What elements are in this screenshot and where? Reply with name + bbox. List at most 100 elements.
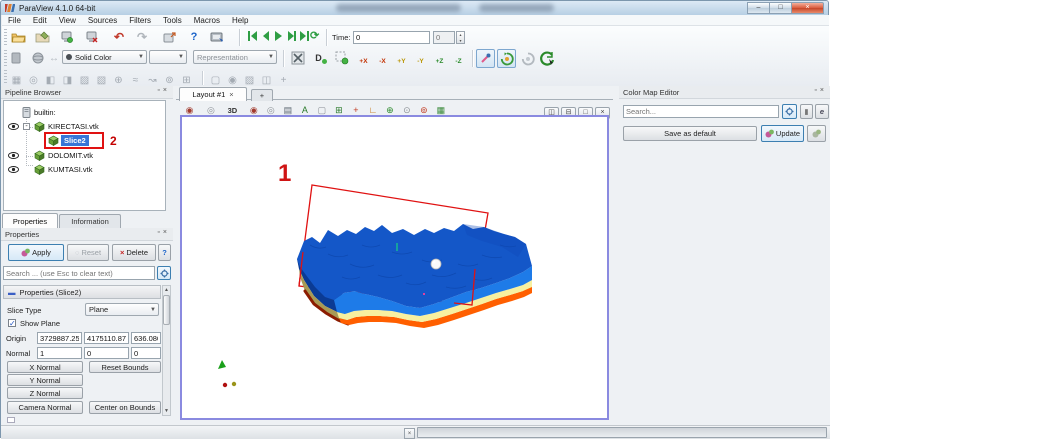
minimize-button[interactable]: – (747, 2, 770, 14)
play-button[interactable] (273, 29, 284, 43)
pipeline-item-dolomit[interactable]: DOLOMIT.vtk (4, 149, 164, 162)
loop-button[interactable]: ⟳ (310, 29, 319, 42)
normal-x-field[interactable] (37, 347, 82, 359)
close-button[interactable]: × (791, 2, 824, 14)
x-normal-button[interactable]: X Normal (7, 361, 83, 373)
screenshot-button[interactable] (208, 28, 226, 46)
connect-server-button[interactable] (58, 28, 76, 46)
set-view-minus-x-icon[interactable]: -X (373, 54, 392, 70)
next-frame-button[interactable] (286, 29, 297, 43)
colormap-options-button[interactable] (782, 104, 797, 119)
menu-filters[interactable]: Filters (123, 16, 157, 25)
pipeline-item-kumtasi[interactable]: KUMTASI.vtk (4, 163, 164, 176)
toolbar-grip[interactable] (4, 29, 7, 46)
rotate-90-button[interactable] (538, 49, 557, 68)
titlebar: ParaView 4.1.0 64-bit – □ × (1, 1, 828, 15)
origin-z-field[interactable] (131, 332, 161, 344)
y-normal-button[interactable]: Y Normal (7, 374, 83, 386)
search-options-button[interactable] (157, 266, 171, 280)
menu-sources[interactable]: Sources (82, 16, 123, 25)
center-on-bounds-button[interactable]: Center on Bounds (89, 401, 161, 414)
edit-in-view-button[interactable]: e (815, 104, 829, 119)
origin-x-field[interactable] (37, 332, 82, 344)
plane-origin-sphere-handle[interactable] (430, 258, 442, 270)
rotate-mode-toggle[interactable] (497, 49, 516, 68)
set-view-plus-z-icon[interactable]: +Z (430, 54, 449, 70)
close-panel-icon[interactable]: × (820, 87, 827, 94)
menu-file[interactable]: File (2, 16, 27, 25)
auto-update-toggle[interactable] (807, 125, 826, 142)
delete-button[interactable]: × Delete (112, 244, 156, 261)
close-panel-icon[interactable]: × (163, 87, 170, 94)
redo-icon[interactable]: ↷ (133, 28, 151, 46)
reset-bounds-button[interactable]: Reset Bounds (89, 361, 161, 373)
first-frame-button[interactable] (247, 29, 258, 43)
tab-layout-1[interactable]: Layout #1 × (179, 87, 247, 101)
apply-button[interactable]: Apply (8, 244, 64, 261)
load-state-button[interactable] (160, 28, 178, 46)
reset-camera-button[interactable] (289, 49, 307, 67)
apply-icon (21, 248, 31, 257)
disconnect-server-button[interactable] (83, 28, 101, 46)
abort-progress-button[interactable]: × (404, 428, 415, 439)
show-center-axes-toggle[interactable] (476, 49, 495, 68)
pipeline-item-label: builtin: (34, 108, 56, 117)
menu-macros[interactable]: Macros (188, 16, 226, 25)
close-tab-icon[interactable]: × (229, 90, 233, 99)
normal-z-field[interactable] (131, 347, 161, 359)
color-by-combobox[interactable]: Solid Color ▼ (62, 50, 147, 64)
normal-y-field[interactable] (84, 347, 129, 359)
zoom-closest-button[interactable] (333, 49, 351, 67)
set-view-plus-x-icon[interactable]: +X (354, 54, 373, 70)
scrollbar-thumb[interactable] (163, 295, 170, 325)
representation-combobox[interactable]: Representation ▼ (193, 50, 277, 64)
help-icon[interactable]: ? (187, 28, 201, 46)
properties-search-input[interactable] (3, 266, 155, 280)
slice-type-combobox[interactable]: Plane ▼ (85, 303, 159, 316)
z-normal-button[interactable]: Z Normal (7, 387, 83, 399)
colormap-search-input[interactable] (623, 105, 779, 118)
component-combobox[interactable]: ▼ (149, 50, 187, 64)
set-view-minus-z-icon[interactable]: -Z (449, 54, 468, 70)
tab-properties[interactable]: Properties (2, 213, 58, 228)
maximize-button[interactable]: □ (769, 2, 792, 14)
open-file-button[interactable] (9, 28, 27, 46)
show-plane-checkbox[interactable]: ✓ (8, 319, 16, 328)
last-frame-button[interactable] (299, 29, 310, 43)
tab-information[interactable]: Information (59, 214, 121, 228)
visibility-eye-icon[interactable] (8, 152, 19, 159)
camera-normal-button[interactable]: Camera Normal (7, 401, 83, 414)
paraview-logo-icon (5, 4, 15, 12)
properties-section-header[interactable]: ▬ Properties (Slice2) (3, 285, 161, 299)
frame-spin-arrows[interactable]: ▴ ▾ (456, 31, 465, 44)
menu-edit[interactable]: Edit (27, 16, 53, 25)
save-state-button[interactable] (33, 28, 51, 46)
show-scalar-bar-button[interactable]: ▮ (800, 104, 813, 119)
previous-frame-button[interactable] (260, 29, 271, 43)
origin-y-field[interactable] (84, 332, 129, 344)
menu-view[interactable]: View (53, 16, 82, 25)
menu-help[interactable]: Help (226, 16, 254, 25)
close-panel-icon[interactable]: × (163, 229, 170, 236)
render-view-3d[interactable]: 1 (180, 115, 609, 420)
help-button[interactable]: ? (158, 244, 171, 261)
visibility-eye-icon[interactable] (8, 166, 19, 173)
save-as-default-button[interactable]: Save as default (623, 126, 757, 141)
menu-tools[interactable]: Tools (157, 16, 188, 25)
undo-icon[interactable]: ↶ (110, 28, 128, 46)
update-button[interactable]: Update (761, 125, 804, 142)
scroll-up-icon[interactable]: ▲ (163, 286, 170, 294)
visibility-eye-icon[interactable] (8, 123, 19, 130)
set-view-plus-y-icon[interactable]: +Y (392, 54, 411, 70)
frame-spinbox[interactable] (433, 31, 455, 44)
zoom-to-data-button[interactable]: D (312, 49, 330, 67)
scroll-down-icon[interactable]: ▼ (163, 407, 170, 415)
time-value-input[interactable] (353, 31, 430, 44)
window-title: ParaView 4.1.0 64-bit (19, 3, 96, 13)
set-view-minus-y-icon[interactable]: -Y (411, 54, 430, 70)
properties-scrollbar[interactable]: ▲ ▼ (162, 285, 171, 416)
reset-button: ◌ Reset (67, 244, 109, 261)
pipeline-item-builtin[interactable]: builtin: (4, 106, 164, 119)
toolbar-grip[interactable] (4, 70, 7, 85)
collapse-expander[interactable]: - (23, 123, 30, 130)
